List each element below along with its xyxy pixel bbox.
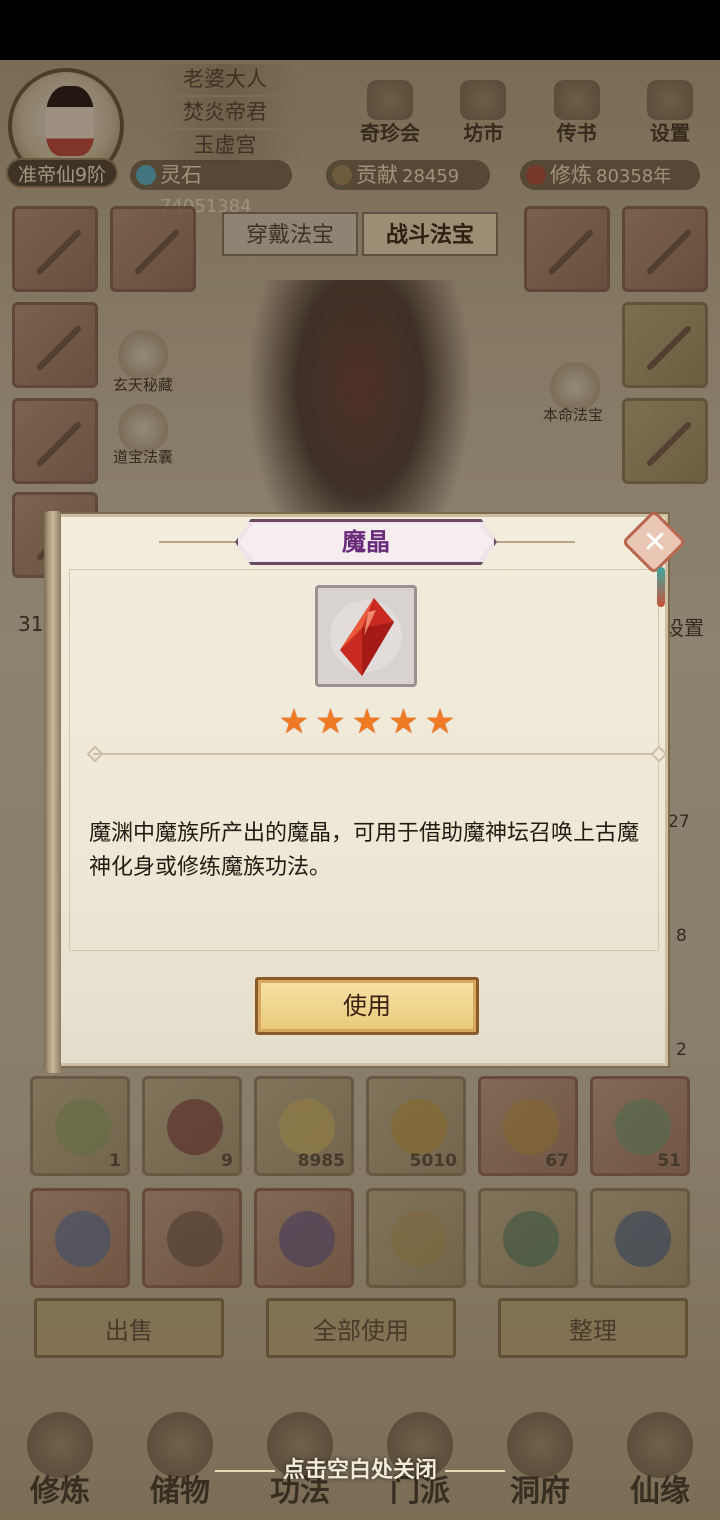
divider [93, 753, 663, 755]
status-bar [0, 0, 720, 60]
close-hint-text: 点击空白处关闭 [282, 1458, 437, 1483]
title-ornament-left [159, 541, 239, 543]
item-icon-frame [315, 585, 417, 687]
hint-ornament-left [214, 1470, 275, 1472]
star-icon: ★ [351, 702, 383, 742]
star-icon: ★ [315, 702, 346, 742]
star-rating: ★ ★ ★ ★ ★ [277, 705, 457, 739]
star-icon: ★ [388, 702, 419, 742]
close-icon[interactable]: ✕ [635, 523, 675, 563]
star-icon: ★ [424, 702, 456, 742]
title-ornament-right [495, 541, 575, 543]
close-tassel [657, 567, 665, 607]
item-detail-dialog: 魔晶 ✕ ★ ★ ★ ★ ★ 魔渊中魔族所产出的魔晶，可用于借助魔神坛召唤上古魔神化身或… [45, 509, 687, 1073]
close-hint: 点击空白处关闭 [0, 1452, 720, 1484]
star-icon: ★ [278, 702, 310, 742]
hint-ornament-right [445, 1470, 505, 1472]
red-crystal-icon [330, 598, 402, 676]
use-button[interactable]: 使用 [255, 977, 479, 1035]
scroll-rod [45, 511, 61, 1073]
item-description: 魔渊中魔族所产出的魔晶，可用于借助魔神坛召唤上古魔神化身或修练魔族功法。 [89, 821, 640, 880]
item-name: 魔晶 [342, 528, 390, 556]
